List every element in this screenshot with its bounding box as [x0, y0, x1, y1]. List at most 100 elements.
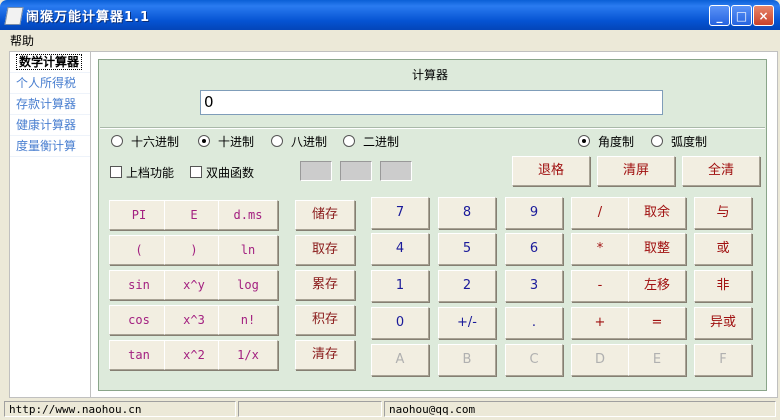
status-blank: [238, 401, 382, 417]
key-11[interactable]: 或: [694, 233, 752, 265]
radio-label: 十进制: [218, 135, 255, 149]
checkbox-hyperbolic[interactable]: 双曲函数: [190, 165, 254, 181]
key-15[interactable]: -: [571, 270, 629, 302]
sidebar-item-deposit[interactable]: 存款计算器: [10, 94, 90, 115]
backspace-button[interactable]: 退格: [512, 156, 590, 186]
sidebar-item-measure[interactable]: 度量衡计算: [10, 136, 90, 157]
minimize-button[interactable]: _: [709, 5, 730, 26]
tan-button[interactable]: tan: [109, 340, 169, 370]
key-29: F: [694, 344, 752, 376]
cube-button[interactable]: x^3: [164, 305, 224, 335]
key-13[interactable]: 2: [438, 270, 496, 302]
title-bar[interactable]: 闹猴万能计算器1.1 _ □ ×: [0, 0, 780, 30]
reciprocal-button[interactable]: 1/x: [218, 340, 278, 370]
key-18[interactable]: 0: [371, 307, 429, 339]
dms-button[interactable]: d.ms: [218, 200, 278, 230]
key-4[interactable]: 取余: [628, 197, 686, 229]
key-9[interactable]: *: [571, 233, 629, 265]
radio-label: 八进制: [291, 135, 328, 149]
status-url: http://www.naohou.cn: [4, 401, 236, 417]
key-20[interactable]: .: [505, 307, 563, 339]
sidebar-item-label: 数学计算器: [16, 54, 83, 70]
menu-help[interactable]: 帮助: [10, 32, 34, 49]
key-17[interactable]: 非: [694, 270, 752, 302]
radio-dot: [651, 135, 663, 147]
sidebar-item-income-tax[interactable]: 个人所得税: [10, 73, 90, 94]
radio-dot: [271, 135, 283, 147]
sidebar-item-math[interactable]: 数学计算器: [10, 52, 90, 73]
app-icon: [4, 7, 24, 25]
sin-button[interactable]: sin: [109, 270, 169, 300]
key-21[interactable]: +: [571, 307, 629, 339]
checkbox-box: [110, 166, 122, 178]
calculator-title: 计算器: [412, 68, 449, 82]
key-1[interactable]: 8: [438, 197, 496, 229]
radio-label: 十六进制: [131, 135, 180, 149]
key-26: C: [505, 344, 563, 376]
cos-button[interactable]: cos: [109, 305, 169, 335]
key-8[interactable]: 6: [505, 233, 563, 265]
open-paren-button[interactable]: (: [109, 235, 169, 265]
radio-dec[interactable]: 十进制: [198, 134, 254, 150]
key-25: B: [438, 344, 496, 376]
close-paren-button[interactable]: ): [164, 235, 224, 265]
key-3[interactable]: /: [571, 197, 629, 229]
app-window: 闹猴万能计算器1.1 _ □ × 帮助 数学计算器 个人所得税 存款计算器 健康…: [0, 0, 780, 420]
key-2[interactable]: 9: [505, 197, 563, 229]
sidebar-item-health[interactable]: 健康计算器: [10, 115, 90, 136]
maximize-button[interactable]: □: [731, 5, 752, 26]
key-23[interactable]: 异或: [694, 307, 752, 339]
indicator-box: [380, 161, 412, 181]
radio-radian[interactable]: 弧度制: [651, 134, 707, 150]
pi-button[interactable]: PI: [109, 200, 169, 230]
radio-degree[interactable]: 角度制: [578, 134, 634, 150]
memory-store-button[interactable]: 储存: [295, 200, 355, 230]
radio-bin[interactable]: 二进制: [343, 134, 399, 150]
checkbox-box: [190, 166, 202, 178]
pow-button[interactable]: x^y: [164, 270, 224, 300]
key-28: E: [628, 344, 686, 376]
log-button[interactable]: log: [218, 270, 278, 300]
menu-bar: 帮助: [0, 30, 780, 48]
key-10[interactable]: 取整: [628, 233, 686, 265]
key-5[interactable]: 与: [694, 197, 752, 229]
memory-multiply-button[interactable]: 积存: [295, 305, 355, 335]
ln-button[interactable]: ln: [218, 235, 278, 265]
clear-screen-button[interactable]: 清屏: [597, 156, 675, 186]
radio-dot: [343, 135, 355, 147]
key-7[interactable]: 5: [438, 233, 496, 265]
key-14[interactable]: 3: [505, 270, 563, 302]
radio-dot: [198, 135, 210, 147]
key-0[interactable]: 7: [371, 197, 429, 229]
square-button[interactable]: x^2: [164, 340, 224, 370]
radio-label: 二进制: [363, 135, 400, 149]
factorial-button[interactable]: n!: [218, 305, 278, 335]
radio-oct[interactable]: 八进制: [271, 134, 327, 150]
radio-hex[interactable]: 十六进制: [111, 134, 179, 150]
key-22[interactable]: =: [628, 307, 686, 339]
status-bar: http://www.naohou.cn naohou@qq.com: [0, 399, 780, 420]
indicator-box: [340, 161, 372, 181]
e-button[interactable]: E: [164, 200, 224, 230]
memory-recall-button[interactable]: 取存: [295, 235, 355, 265]
radio-label: 弧度制: [671, 135, 708, 149]
checkbox-label: 上档功能: [126, 166, 175, 180]
memory-clear-button[interactable]: 清存: [295, 340, 355, 370]
sidebar: 数学计算器 个人所得税 存款计算器 健康计算器 度量衡计算: [9, 51, 91, 398]
close-button[interactable]: ×: [753, 5, 774, 26]
key-16[interactable]: 左移: [628, 270, 686, 302]
key-6[interactable]: 4: [371, 233, 429, 265]
clear-all-button[interactable]: 全清: [682, 156, 760, 186]
key-19[interactable]: +/-: [438, 307, 496, 339]
memory-add-button[interactable]: 累存: [295, 270, 355, 300]
key-24: A: [371, 344, 429, 376]
divider: [100, 127, 765, 129]
radio-dot: [111, 135, 123, 147]
sidebar-item-label: 度量衡计算: [16, 139, 77, 153]
status-email: naohou@qq.com: [384, 401, 776, 417]
calculator-display[interactable]: 0: [200, 90, 663, 115]
radio-dot: [578, 135, 590, 147]
key-27: D: [571, 344, 629, 376]
checkbox-shift[interactable]: 上档功能: [110, 165, 174, 181]
key-12[interactable]: 1: [371, 270, 429, 302]
